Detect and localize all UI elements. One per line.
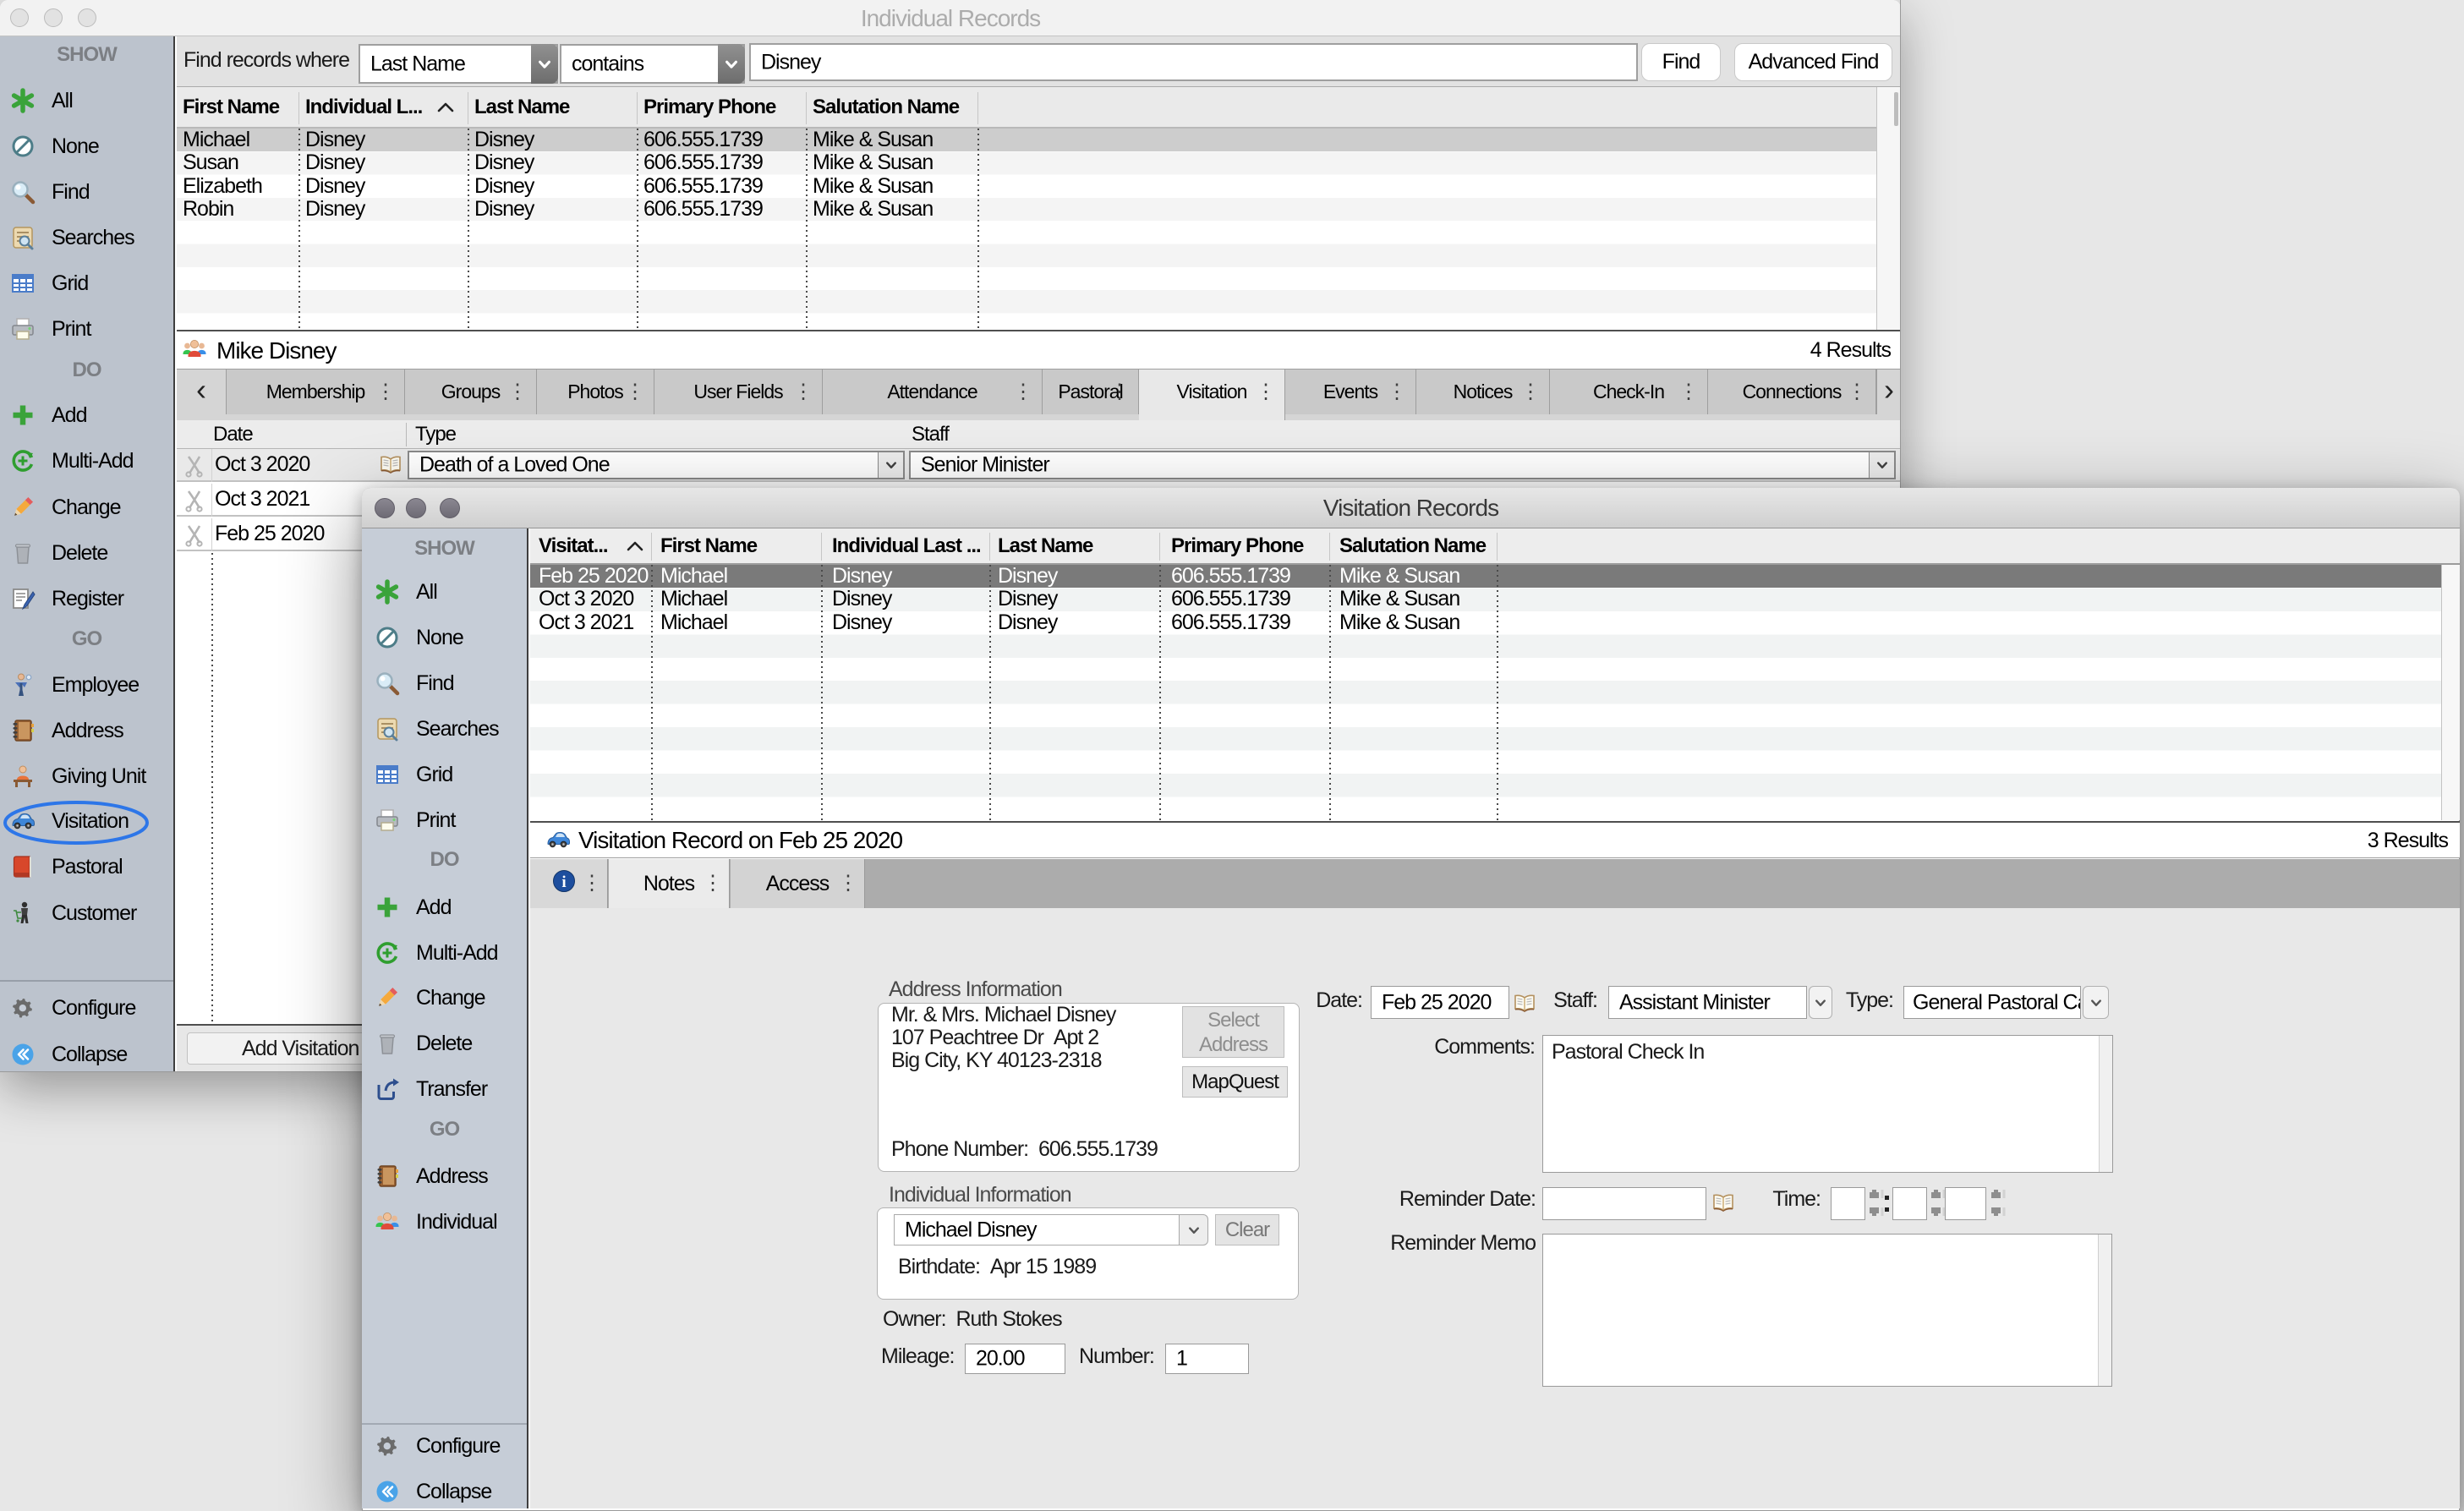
- svg-text:i: i: [561, 873, 566, 891]
